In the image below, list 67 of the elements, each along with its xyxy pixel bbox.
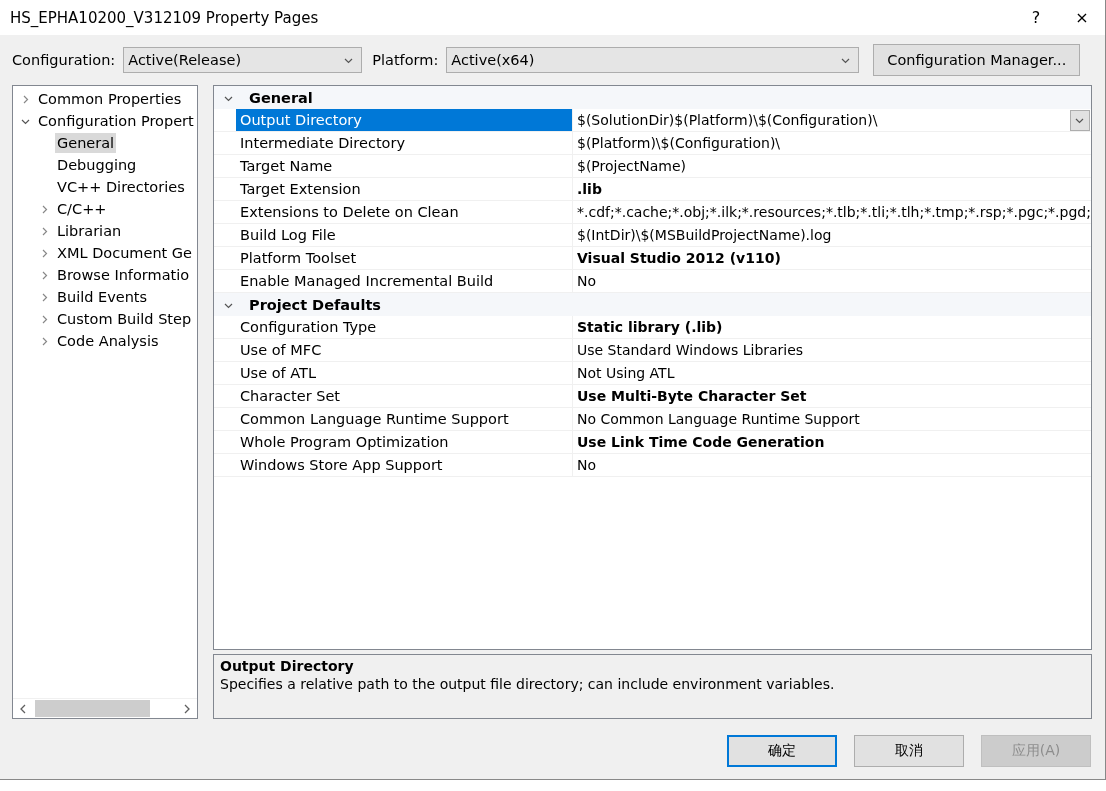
property-name[interactable]: Build Log File <box>236 224 572 246</box>
property-value[interactable]: .lib <box>577 181 1091 197</box>
value-dropdown-button[interactable] <box>1069 109 1090 131</box>
property-name[interactable]: Whole Program Optimization <box>236 431 572 453</box>
configuration-label: Configuration: <box>12 52 116 68</box>
tree-item[interactable]: C/C++ <box>55 199 109 219</box>
chevron-icon[interactable] <box>40 205 49 214</box>
tree-item[interactable]: Custom Build Step <box>55 309 194 329</box>
tree-item[interactable]: Configuration Propert <box>36 111 196 131</box>
description-title: Output Directory <box>220 657 355 674</box>
category-header: General <box>249 89 313 106</box>
property-value[interactable]: Not Using ATL <box>577 365 1091 381</box>
property-name[interactable]: Platform Toolset <box>236 247 572 269</box>
configuration-dropdown[interactable]: Active(Release) <box>123 47 363 73</box>
property-name[interactable]: Common Language Runtime Support <box>236 408 572 430</box>
tree-item[interactable]: General <box>55 133 117 153</box>
dialog-button[interactable]: 确定 <box>727 735 837 767</box>
chevron-icon[interactable] <box>21 95 30 104</box>
help-button[interactable]: ? <box>1013 0 1059 35</box>
property-name[interactable]: Target Extension <box>236 178 572 200</box>
platform-dropdown[interactable]: Active(x64) <box>446 47 860 73</box>
property-name[interactable]: Target Name <box>236 155 572 177</box>
tree-item[interactable]: VC++ Directories <box>55 177 187 197</box>
platform-label: Platform: <box>372 52 439 68</box>
property-value[interactable]: $(Platform)\$(Configuration)\ <box>577 135 1091 151</box>
tree-item[interactable]: Librarian <box>55 221 124 241</box>
tree-item[interactable]: Browse Informatio <box>55 265 192 285</box>
tree-item[interactable]: Common Properties <box>36 89 184 109</box>
property-name[interactable]: Intermediate Directory <box>236 132 572 154</box>
property-value[interactable]: Use Link Time Code Generation <box>577 434 1091 450</box>
property-value[interactable]: $(IntDir)\$(MSBuildProjectName).log <box>577 227 1091 243</box>
tree-item[interactable]: XML Document Ge <box>55 243 195 263</box>
property-name[interactable]: Enable Managed Incremental Build <box>236 270 572 292</box>
chevron-icon[interactable] <box>40 337 49 346</box>
property-value[interactable]: No <box>577 273 1091 289</box>
property-value[interactable]: $(ProjectName) <box>577 158 1091 174</box>
property-name[interactable]: Configuration Type <box>236 316 572 338</box>
chevron-icon[interactable] <box>40 227 49 236</box>
tree-item[interactable]: Code Analysis <box>55 331 161 351</box>
chevron-icon[interactable] <box>40 249 49 258</box>
property-value[interactable]: Visual Studio 2012 (v110) <box>577 250 1091 266</box>
property-name[interactable]: Extensions to Delete on Clean <box>236 201 572 223</box>
close-button[interactable]: × <box>1059 0 1105 35</box>
property-value[interactable]: No <box>577 457 1091 473</box>
property-value[interactable]: No Common Language Runtime Support <box>577 411 1091 427</box>
dialog-button[interactable]: 取消 <box>854 735 964 767</box>
configuration-manager-button[interactable]: Configuration Manager... <box>873 44 1081 76</box>
property-name[interactable]: Character Set <box>236 385 572 407</box>
property-name[interactable]: Use of MFC <box>236 339 572 361</box>
property-value[interactable]: Use Standard Windows Libraries <box>577 342 1091 358</box>
window-title: HS_EPHA10200_V312109 Property Pages <box>10 8 320 27</box>
description-text: Specifies a relative path to the output file directory; can include environment variables. <box>220 675 836 692</box>
property-value[interactable]: $(SolutionDir)$(Platform)\$(Configuration)\ <box>577 112 1070 128</box>
tree-item[interactable]: Debugging <box>55 155 139 175</box>
property-name[interactable]: Windows Store App Support <box>236 454 572 476</box>
tree-item[interactable]: Build Events <box>55 287 150 307</box>
property-name[interactable]: Output Directory <box>236 109 572 131</box>
property-value[interactable]: *.cdf;*.cache;*.obj;*.ilk;*.resources;*.tlb;*.tli;*.tlh;*.tmp;*.rsp;*.pgc;*.pgd; <box>577 204 1091 220</box>
chevron-icon[interactable] <box>40 315 49 324</box>
chevron-icon[interactable] <box>40 271 49 280</box>
chevron-icon[interactable] <box>21 117 30 126</box>
horizontal-scrollbar[interactable] <box>13 698 197 718</box>
property-value[interactable]: Static library (.lib) <box>577 319 1091 335</box>
chevron-icon[interactable] <box>40 293 49 302</box>
property-value[interactable]: Use Multi-Byte Character Set <box>577 388 1091 404</box>
property-name[interactable]: Use of ATL <box>236 362 572 384</box>
category-header: Project Defaults <box>249 296 381 313</box>
